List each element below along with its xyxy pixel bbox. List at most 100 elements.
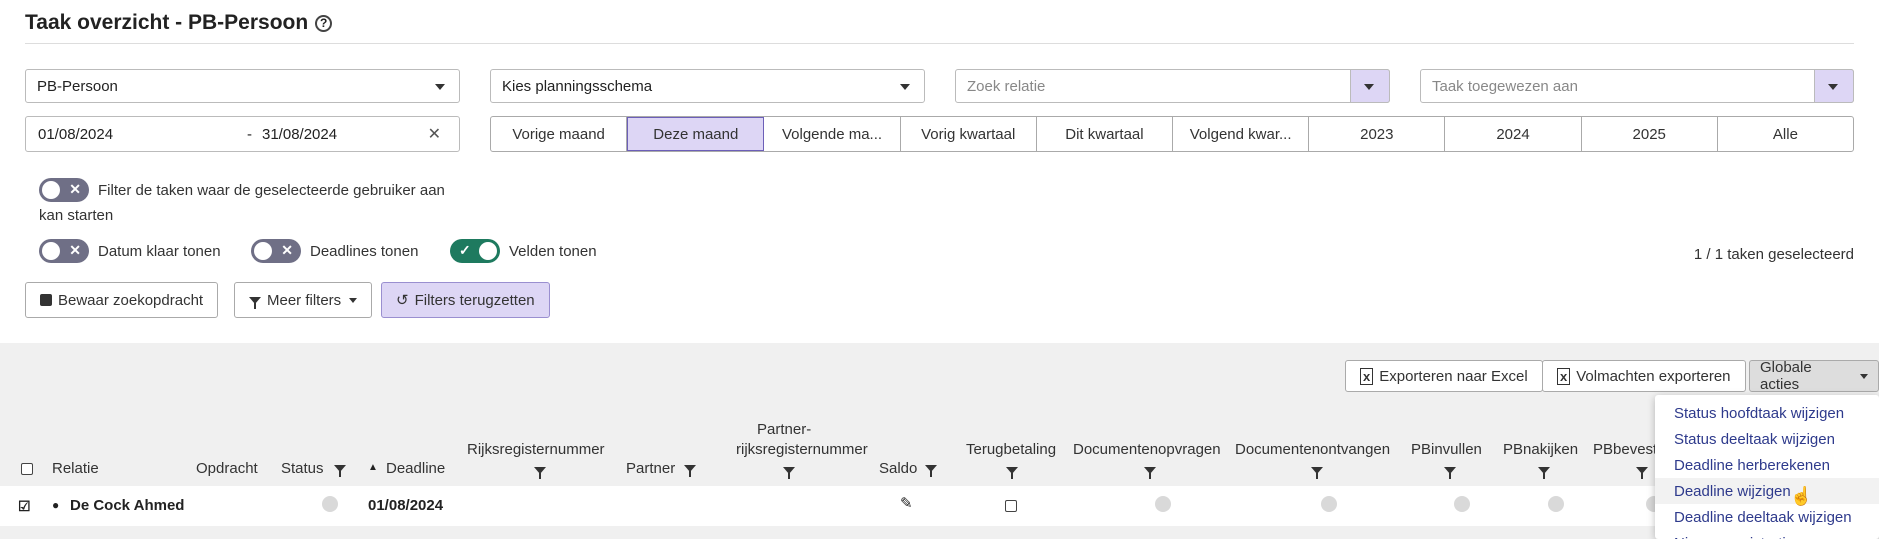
table-row[interactable]: ☑ ● De Cock Ahmed 01/08/2024 ✎ [0, 486, 1879, 526]
row-deadline: 01/08/2024 [368, 497, 444, 514]
filter-panel: Taak overzicht - PB-Persoon ? PB-Persoon… [0, 0, 1879, 343]
relation-dropdown-button[interactable] [1350, 69, 1390, 103]
period-option[interactable]: 2025 [1582, 117, 1718, 151]
deadlines-label: Deadlines tonen [310, 243, 419, 260]
period-option[interactable]: Volgend kwar... [1173, 117, 1310, 151]
header-pbbevest[interactable]: PBbevest [1593, 441, 1657, 458]
date-separator: - [247, 125, 252, 143]
period-option[interactable]: Alle [1718, 117, 1853, 151]
datum-klaar-toggle[interactable]: ✕ [39, 239, 89, 263]
row-checkbox-checked-icon[interactable]: ☑ [18, 498, 31, 515]
schema-select[interactable]: Kies planningsschema [490, 69, 925, 103]
save-search-button[interactable]: Bewaar zoekopdracht [25, 282, 219, 318]
velden-label: Velden tonen [509, 243, 597, 260]
filter-icon[interactable] [1311, 467, 1323, 479]
period-option[interactable]: Vorige maand [491, 117, 628, 151]
excel-icon: x [1360, 367, 1374, 385]
deadlines-toggle[interactable]: ✕ [251, 239, 301, 263]
status-dot [1454, 496, 1470, 512]
clear-icon[interactable]: ✕ [428, 124, 441, 144]
period-option[interactable]: Volgende ma... [764, 117, 901, 151]
reset-filters-button[interactable]: ↺ Filters terugzetten [381, 282, 550, 318]
filter-icon[interactable] [1006, 467, 1018, 479]
date-range-field[interactable]: 01/08/2024 - 31/08/2024 ✕ [25, 116, 460, 152]
sort-asc-icon[interactable]: ▲ [368, 462, 378, 473]
datum-klaar-label: Datum klaar tonen [98, 243, 221, 260]
toggle-knob [479, 242, 497, 260]
relation-search-placeholder: Zoek relatie [967, 77, 1046, 95]
filter-icon[interactable] [334, 465, 346, 477]
date-to[interactable]: 31/08/2024 [262, 126, 337, 143]
type-select[interactable]: PB-Persoon [25, 69, 460, 103]
menu-item[interactable]: Deadline deeltaak wijzigen [1655, 504, 1879, 530]
period-option-active[interactable]: Deze maand [627, 117, 765, 151]
header-docs-opvragen[interactable]: Documentenopvragen [1073, 441, 1221, 458]
header-status[interactable]: Status [281, 460, 324, 477]
divider [25, 43, 1854, 44]
date-from[interactable]: 01/08/2024 [38, 126, 113, 143]
menu-item[interactable]: Status hoofdtaak wijzigen [1655, 400, 1879, 426]
period-option[interactable]: Dit kwartaal [1037, 117, 1174, 151]
period-option[interactable]: 2024 [1445, 117, 1582, 151]
filter-icon[interactable] [925, 465, 937, 477]
x-icon: ✕ [69, 242, 81, 258]
header-opdracht[interactable]: Opdracht [196, 460, 258, 477]
filter-icon[interactable] [1444, 467, 1456, 479]
start-filter-toggle[interactable]: ✕ [39, 178, 89, 202]
save-search-label: Bewaar zoekopdracht [58, 291, 204, 309]
status-dot [1321, 496, 1337, 512]
status-dot [1548, 496, 1564, 512]
assignee-dropdown-button[interactable] [1814, 69, 1854, 103]
header-relatie[interactable]: Relatie [52, 460, 99, 477]
menu-item[interactable]: Deadline herberekenen [1655, 452, 1879, 478]
x-icon: ✕ [69, 181, 81, 197]
period-option[interactable]: 2023 [1309, 117, 1446, 151]
menu-item[interactable]: Nieuwe registratie [1655, 530, 1879, 539]
menu-item[interactable]: Status deeltaak wijzigen [1655, 426, 1879, 452]
period-option[interactable]: Vorig kwartaal [901, 117, 1037, 151]
filter-icon [249, 296, 261, 309]
menu-item[interactable]: Deadline wijzigen [1655, 478, 1879, 504]
filter-icon[interactable] [684, 465, 696, 477]
undo-icon: ↺ [396, 292, 409, 309]
page-title-text: Taak overzicht - PB-Persoon [25, 11, 309, 34]
global-actions-menu: Status hoofdtaak wijzigen Status deeltaa… [1655, 395, 1879, 539]
reset-filters-label: Filters terugzetten [414, 291, 535, 309]
x-icon: ✕ [281, 242, 293, 258]
more-filters-button[interactable]: Meer filters [234, 282, 373, 318]
global-actions-button[interactable]: Globale acties [1749, 359, 1879, 393]
chevron-down-icon [1828, 84, 1838, 90]
velden-toggle[interactable]: ✓ [450, 239, 500, 263]
export-excel-button[interactable]: x Exporteren naar Excel [1345, 360, 1543, 392]
header-docs-ontvangen[interactable]: Documentenontvangen [1235, 441, 1390, 458]
header-terugbetaling[interactable]: Terugbetaling [966, 441, 1056, 458]
terugbetaling-checkbox[interactable] [1005, 500, 1017, 512]
help-icon[interactable]: ? [315, 14, 333, 32]
filter-icon[interactable] [1144, 467, 1156, 479]
filter-icon[interactable] [1538, 467, 1550, 479]
chevron-down-icon [1364, 84, 1374, 90]
page-title: Taak overzicht - PB-Persoon ? [25, 11, 333, 35]
filter-icon[interactable] [534, 467, 546, 479]
start-filter-label-2: kan starten [39, 207, 114, 224]
export-excel-label: Exporteren naar Excel [1379, 367, 1528, 385]
header-saldo[interactable]: Saldo [879, 460, 917, 477]
header-pbinvullen[interactable]: PBinvullen [1411, 441, 1482, 458]
header-deadline[interactable]: Deadline [386, 460, 445, 477]
chevron-down-icon [435, 84, 445, 90]
select-all-checkbox[interactable] [21, 463, 33, 475]
header-rijksregister[interactable]: Rijksregisternummer [467, 441, 605, 458]
header-pbnakijken[interactable]: PBnakijken [1503, 441, 1578, 458]
filter-icon[interactable] [1636, 467, 1648, 479]
header-partner-rijks-2[interactable]: rijksregisternummer [736, 441, 868, 458]
header-partner[interactable]: Partner [626, 460, 675, 477]
relation-search[interactable]: Zoek relatie [955, 69, 1390, 103]
filter-icon[interactable] [783, 467, 795, 479]
header-partner-rijks-1[interactable]: Partner- [757, 421, 811, 438]
save-icon [40, 294, 52, 306]
row-name[interactable]: De Cock Ahmed [70, 497, 184, 514]
assignee-search[interactable]: Taak toegewezen aan [1420, 69, 1854, 103]
pencil-icon[interactable]: ✎ [900, 494, 913, 512]
export-mandates-button[interactable]: x Volmachten exporteren [1542, 360, 1746, 392]
chevron-down-icon [349, 297, 358, 303]
